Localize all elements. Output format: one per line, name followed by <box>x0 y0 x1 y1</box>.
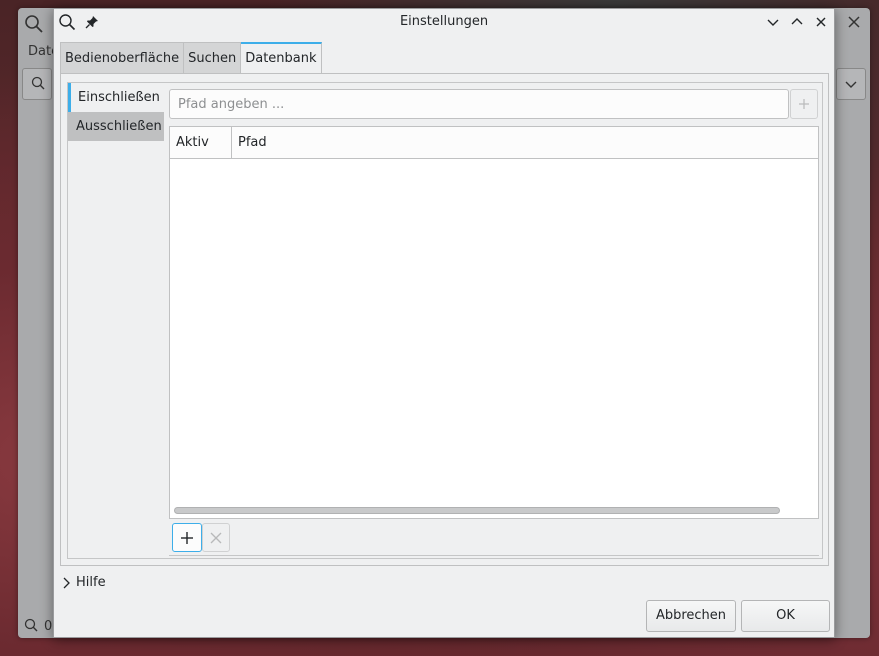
side-item-ausschliessen[interactable]: Ausschließen <box>68 112 164 141</box>
close-icon[interactable] <box>846 14 862 30</box>
divider <box>169 555 819 556</box>
tab-suchen[interactable]: Suchen <box>184 42 242 74</box>
minimize-icon[interactable] <box>764 13 782 31</box>
side-item-einschliessen[interactable]: Einschließen <box>68 83 164 112</box>
tab-datenbank[interactable]: Datenbank <box>241 42 322 74</box>
add-path-button[interactable] <box>790 89 818 119</box>
remove-entry-button[interactable] <box>202 523 230 552</box>
search-icon <box>31 76 45 90</box>
dialog-title: Einstellungen <box>399 14 489 29</box>
close-icon <box>210 532 222 543</box>
help-label: Hilfe <box>76 575 106 590</box>
search-icon <box>24 618 38 632</box>
horizontal-scrollbar[interactable] <box>174 507 780 514</box>
tab-bar: Bedienoberfläche Suchen Datenbank <box>60 42 322 74</box>
chevron-down-icon <box>845 81 857 88</box>
maximize-icon[interactable] <box>788 13 806 31</box>
cancel-button[interactable]: Abbrechen <box>646 600 736 632</box>
ok-button[interactable]: OK <box>741 600 830 632</box>
parent-dropdown[interactable] <box>836 68 866 100</box>
close-icon[interactable] <box>812 13 830 31</box>
database-frame: Einschließen Ausschließen Aktiv Pfad <box>67 82 823 559</box>
table-header: Aktiv Pfad <box>170 127 818 159</box>
path-table[interactable]: Aktiv Pfad <box>169 126 819 519</box>
tab-bedienoberflaeche[interactable]: Bedienoberfläche <box>60 42 185 74</box>
parent-status-text: 0 <box>44 619 53 634</box>
side-list: Einschließen Ausschließen <box>68 83 164 141</box>
path-input[interactable] <box>169 89 789 119</box>
settings-dialog: Einstellungen Bedienoberfläche Suchen Da… <box>53 8 835 638</box>
parent-search-field[interactable] <box>22 68 52 100</box>
search-icon[interactable] <box>24 14 44 34</box>
tab-panel-datenbank: Einschließen Ausschließen Aktiv Pfad <box>60 73 829 566</box>
plus-icon <box>799 99 809 109</box>
help-expander[interactable]: Hilfe <box>62 575 106 590</box>
chevron-right-icon <box>63 577 70 588</box>
add-entry-button[interactable] <box>172 523 202 552</box>
plus-icon <box>181 531 193 544</box>
column-header-pfad[interactable]: Pfad <box>232 127 267 158</box>
dialog-titlebar[interactable]: Einstellungen <box>54 9 834 35</box>
column-header-aktiv[interactable]: Aktiv <box>170 127 232 158</box>
